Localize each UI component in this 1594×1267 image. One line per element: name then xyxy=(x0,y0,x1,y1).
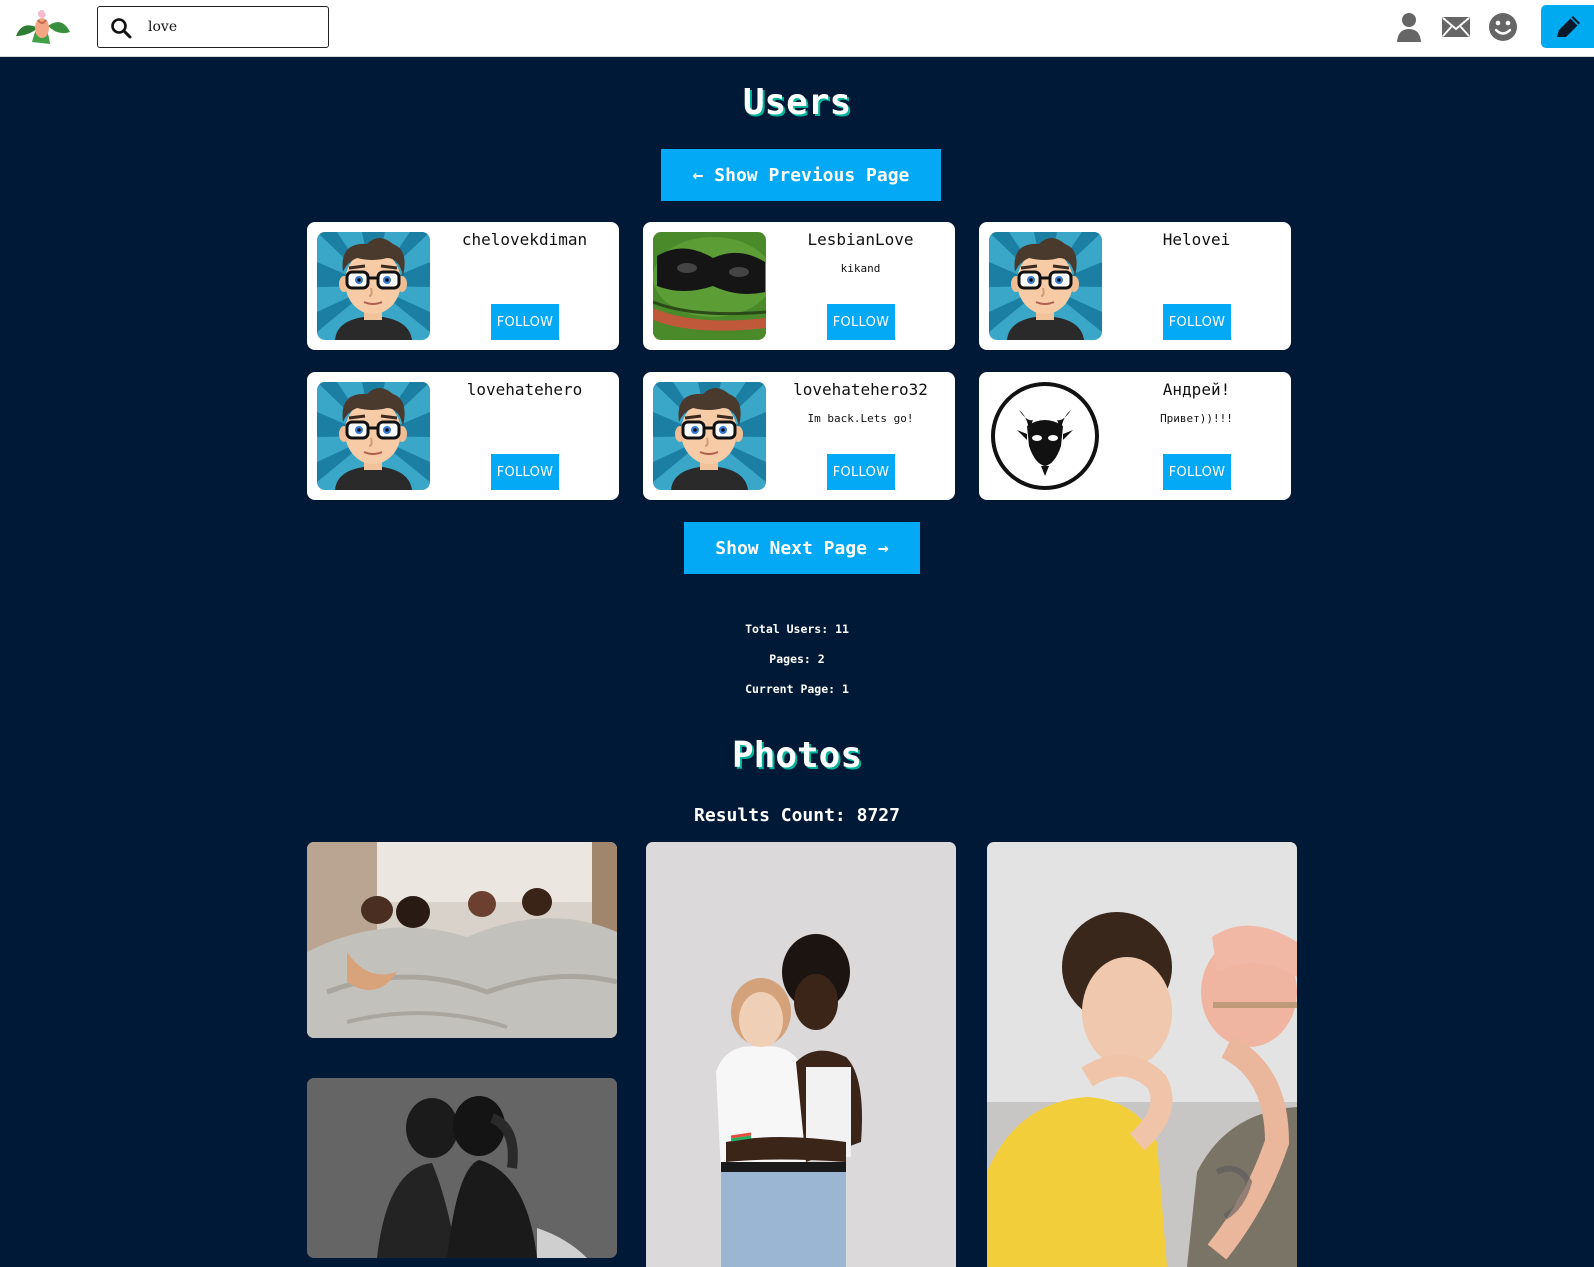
user-avatar[interactable] xyxy=(989,232,1102,340)
user-bio: Im back.Lets go! xyxy=(807,412,914,425)
current-page-text: Current Page: 1 xyxy=(745,682,849,696)
user-bio: Привет))!!! xyxy=(1160,412,1233,425)
user-avatar[interactable] xyxy=(653,382,766,490)
user-card[interactable]: lovehatehero32 Im back.Lets go! FOLLOW xyxy=(643,372,955,500)
username[interactable]: lovehatehero32 xyxy=(773,380,948,399)
username[interactable]: Андрей! xyxy=(1109,380,1284,399)
follow-button[interactable]: FOLLOW xyxy=(827,304,895,340)
follow-button[interactable]: FOLLOW xyxy=(827,454,895,490)
username[interactable]: chelovekdiman xyxy=(437,230,612,249)
follow-button[interactable]: FOLLOW xyxy=(1163,454,1231,490)
user-avatar[interactable] xyxy=(989,382,1102,490)
photo-thumbnail[interactable] xyxy=(307,1078,617,1258)
pencil-icon xyxy=(1557,16,1580,37)
total-users-text: Total Users: 11 xyxy=(745,622,849,636)
show-previous-page-button[interactable]: ← Show Previous Page xyxy=(661,149,941,201)
search-input[interactable] xyxy=(148,15,318,39)
user-bio: kikand xyxy=(840,262,881,275)
mail-icon[interactable] xyxy=(1439,10,1473,44)
photo-thumbnail[interactable] xyxy=(307,842,617,1038)
username[interactable]: LesbianLove xyxy=(773,230,948,249)
search-box[interactable] xyxy=(97,6,329,48)
user-avatar[interactable] xyxy=(317,382,430,490)
user-card[interactable]: LesbianLove kikand FOLLOW xyxy=(643,222,955,350)
user-card[interactable]: chelovekdiman FOLLOW xyxy=(307,222,619,350)
top-nav-bar xyxy=(0,0,1594,57)
username[interactable]: lovehatehero xyxy=(437,380,612,399)
photo-thumbnail[interactable] xyxy=(987,842,1297,1267)
user-avatar[interactable] xyxy=(653,232,766,340)
follow-button[interactable]: FOLLOW xyxy=(491,304,559,340)
photos-title: Photos xyxy=(731,735,863,776)
user-card[interactable]: lovehatehero FOLLOW xyxy=(307,372,619,500)
search-icon[interactable] xyxy=(110,17,132,39)
leaf-logo-icon[interactable] xyxy=(12,6,74,48)
results-count-text: Results Count: 8727 xyxy=(694,805,900,826)
compose-button[interactable] xyxy=(1541,5,1594,48)
user-card[interactable]: Helovei FOLLOW xyxy=(979,222,1291,350)
users-title: Users xyxy=(742,82,852,123)
photo-thumbnail[interactable] xyxy=(646,842,956,1267)
profile-icon[interactable] xyxy=(1392,10,1426,44)
user-card[interactable]: Андрей! Привет))!!! FOLLOW xyxy=(979,372,1291,500)
user-avatar[interactable] xyxy=(317,232,430,340)
smiley-icon[interactable] xyxy=(1486,10,1520,44)
pages-count-text: Pages: 2 xyxy=(769,652,825,666)
username[interactable]: Helovei xyxy=(1109,230,1284,249)
follow-button[interactable]: FOLLOW xyxy=(491,454,559,490)
follow-button[interactable]: FOLLOW xyxy=(1163,304,1231,340)
show-next-page-button[interactable]: Show Next Page → xyxy=(684,522,920,574)
